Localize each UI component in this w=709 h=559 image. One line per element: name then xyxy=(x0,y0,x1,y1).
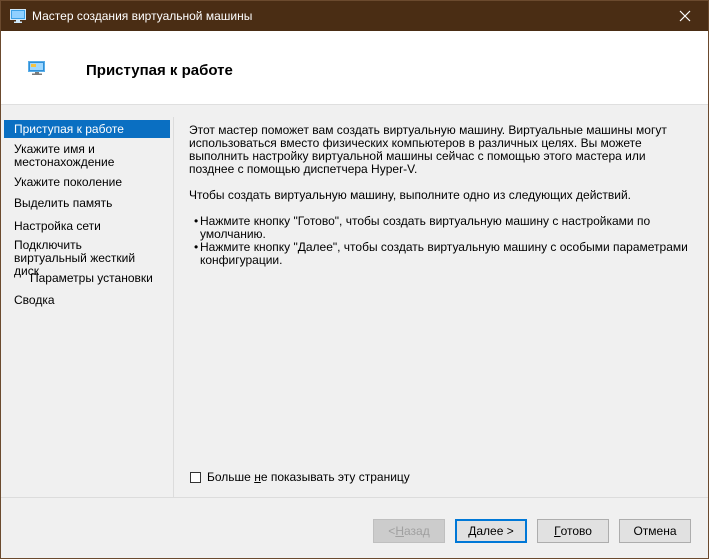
close-button[interactable] xyxy=(662,1,708,31)
options-list: • Нажмите кнопку "Готово", чтобы создать … xyxy=(189,215,694,267)
dont-show-again-checkbox[interactable] xyxy=(190,471,201,483)
sidebar-item-name-location[interactable]: Укажите имя и местонахождение xyxy=(4,143,170,169)
list-item: • Нажмите кнопку "Далее", чтобы создать в… xyxy=(194,240,688,267)
page-title: Приступая к работе xyxy=(86,62,233,79)
wizard-header: Приступая к работе xyxy=(1,31,708,105)
title-bar: Мастер создания виртуальной машины xyxy=(1,1,708,31)
intro-paragraph: Этот мастер поможет вам создать виртуаль… xyxy=(189,123,667,176)
instruction-paragraph: Чтобы создать виртуальную машину, выполн… xyxy=(189,188,632,202)
hyperv-vm-icon xyxy=(28,61,45,75)
list-item: • Нажмите кнопку "Готово", чтобы создать … xyxy=(194,214,651,241)
sidebar-item-getting-started[interactable]: Приступая к работе xyxy=(4,120,170,138)
sidebar-item-network[interactable]: Настройка сети xyxy=(4,220,170,233)
sidebar-item-memory[interactable]: Выделить память xyxy=(4,197,170,210)
footer-divider xyxy=(1,497,708,498)
wizard-content: Этот мастер поможет вам создать виртуаль… xyxy=(189,124,694,267)
next-button[interactable]: Далее > xyxy=(455,519,527,543)
hyperv-vm-icon xyxy=(10,9,26,23)
sidebar-divider xyxy=(173,117,174,497)
sidebar-item-install-options[interactable]: Параметры установки xyxy=(4,272,170,285)
wizard-window: Мастер создания виртуальной машины Прист… xyxy=(0,0,709,559)
window-title: Мастер создания виртуальной машины xyxy=(32,9,253,23)
sidebar-item-summary[interactable]: Сводка xyxy=(4,294,170,307)
wizard-steps-nav: Приступая к работе Укажите имя и местона… xyxy=(1,117,173,497)
close-icon xyxy=(679,10,691,22)
sidebar-item-generation[interactable]: Укажите поколение xyxy=(4,176,170,189)
dont-show-again-label[interactable]: Больше не показывать эту страницу xyxy=(207,470,410,484)
cancel-button[interactable]: Отмена xyxy=(619,519,691,543)
dont-show-again-row[interactable]: Больше не показывать эту страницу xyxy=(190,470,410,484)
finish-button[interactable]: Готово xyxy=(537,519,609,543)
back-button[interactable]: < Назад xyxy=(373,519,445,543)
